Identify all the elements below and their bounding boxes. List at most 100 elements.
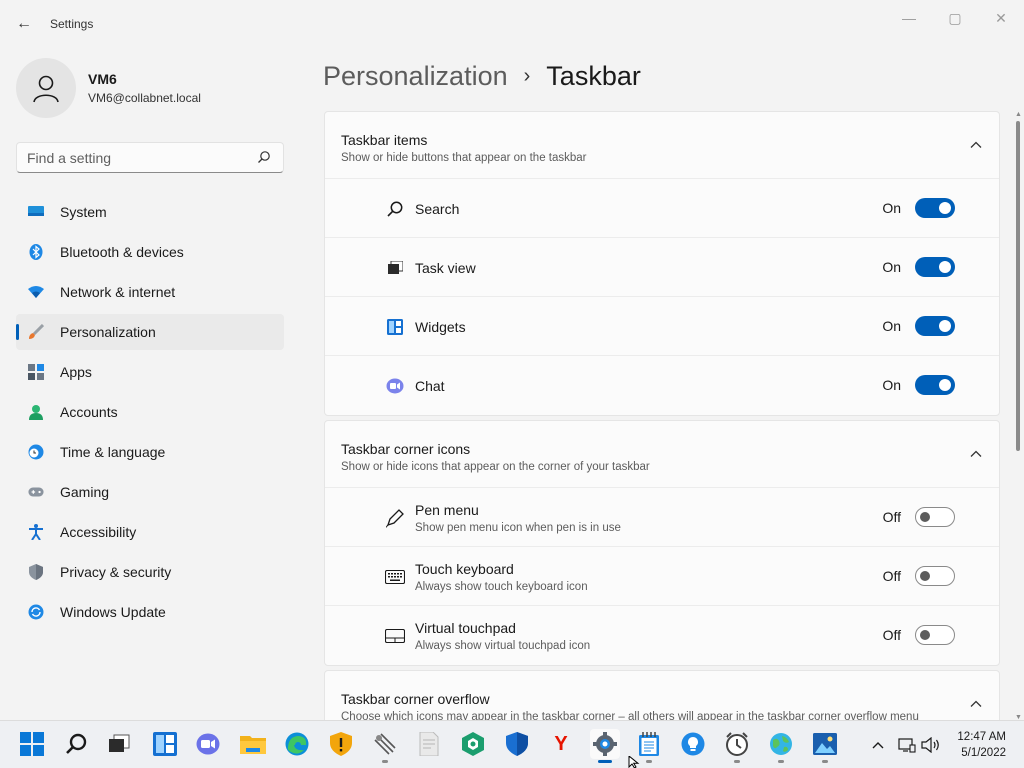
taskbar-photos-app[interactable] [810,729,840,763]
sidebar-item-accounts[interactable]: Accounts [16,394,284,430]
taskbar-defender[interactable] [502,729,532,759]
section-description: Show or hide icons that appear on the co… [341,461,650,473]
breadcrumb-parent[interactable]: Personalization [323,61,508,92]
sidebar-item-bluetooth[interactable]: Bluetooth & devices [16,234,284,270]
defender-icon [506,732,528,756]
chat-icon [196,733,220,755]
taskbar-app-pinned[interactable] [370,729,400,763]
touchpad-icon [385,627,405,645]
virtual-touchpad-toggle[interactable] [915,625,955,645]
windows-taskbar: Y 12:47 AM 5/1/2022 [0,720,1024,768]
show-hidden-icons-button[interactable] [871,733,885,757]
sidebar-item-label: Windows Update [60,604,166,620]
shield-icon [28,564,44,580]
close-button[interactable]: ✕ [978,4,1024,32]
taskbar-document-app[interactable] [414,729,444,759]
sidebar-item-label: System [60,204,107,220]
sidebar-item-system[interactable]: System [16,194,284,230]
taskbar-clock[interactable]: 12:47 AM 5/1/2022 [957,729,1006,761]
taskbar-notepad[interactable] [634,729,664,763]
chevron-up-icon[interactable] [969,138,983,152]
content-scrollbar[interactable]: ▲ ▼ [1012,111,1024,721]
toggle-state: On [882,377,901,393]
settings-search-box[interactable] [16,142,284,173]
sidebar-item-gaming[interactable]: Gaming [16,474,284,510]
clock-time: 12:47 AM [957,731,1006,743]
taskbar-chat-button[interactable] [193,729,223,759]
widgets-toggle[interactable] [915,316,955,336]
gamepad-icon [28,484,44,500]
sidebar-item-personalization[interactable]: Personalization [16,314,284,350]
running-indicator [822,760,828,763]
scroll-up-arrow-icon[interactable]: ▲ [1015,111,1022,118]
chat-icon [385,377,405,395]
chevron-up-icon[interactable] [969,447,983,461]
settings-icon [593,732,617,756]
task-view-icon [385,259,405,277]
user-icon [33,75,59,103]
document-icon [419,732,439,756]
back-button[interactable]: ← [12,12,36,36]
toggle-state: Off [882,568,901,584]
taskbar-alarms-clock[interactable] [722,729,752,763]
chevron-up-icon[interactable] [969,697,983,711]
taskbar-yandex-browser[interactable]: Y [546,729,576,759]
taskbar-edge[interactable] [282,729,312,759]
running-indicator [778,760,784,763]
task-view-toggle[interactable] [915,257,955,277]
section-title: Taskbar corner overflow [341,691,490,707]
taskbar-security-warning-app[interactable] [326,729,356,759]
touch-keyboard-toggle[interactable] [915,566,955,586]
pen-menu-toggle[interactable] [915,507,955,527]
update-icon [28,604,44,620]
taskbar-task-view-button[interactable] [104,729,134,759]
taskbar-corner-overflow-header[interactable]: Taskbar corner overflow Choose which ico… [325,671,999,721]
active-indicator [598,760,612,763]
scrollbar-thumb[interactable] [1016,121,1020,451]
green-app-icon [462,732,484,756]
volume-control[interactable] [921,733,941,757]
sidebar-item-label: Network & internet [60,284,176,300]
row-description: Always show virtual touchpad icon [415,639,591,652]
maximize-button[interactable]: ▢ [932,4,978,32]
brush-icon [28,324,44,340]
taskbar-corner-icons-header[interactable]: Taskbar corner icons Show or hide icons … [325,421,999,488]
chat-toggle[interactable] [915,375,955,395]
app-icon [374,733,396,755]
taskbar-search-button[interactable] [61,729,91,759]
sidebar-item-label: Accessibility [60,524,137,540]
setting-row-chat: Chat On [325,356,999,415]
taskbar-globe-app[interactable] [766,729,796,763]
sidebar-item-time-language[interactable]: Time & language [16,434,284,470]
keyboard-icon [385,568,405,586]
taskbar-widgets-button[interactable] [150,729,180,759]
clock-globe-icon [28,444,44,460]
taskbar-green-app[interactable] [458,729,488,759]
search-icon[interactable] [257,150,273,166]
search-toggle[interactable] [915,198,955,218]
taskbar-items-header[interactable]: Taskbar items Show or hide buttons that … [325,112,999,179]
avatar [16,58,76,118]
minimize-button[interactable]: — [886,4,932,32]
taskbar-tips-app[interactable] [678,729,708,759]
sidebar-item-windows-update[interactable]: Windows Update [16,594,284,630]
search-input[interactable] [27,149,247,167]
sidebar-item-label: Bluetooth & devices [60,244,184,260]
bulb-icon [681,732,705,756]
sidebar-item-accessibility[interactable]: Accessibility [16,514,284,550]
sidebar-item-network[interactable]: Network & internet [16,274,284,310]
taskbar-settings-app[interactable] [590,729,620,763]
running-indicator [734,760,740,763]
sidebar-item-privacy[interactable]: Privacy & security [16,554,284,590]
taskbar-file-explorer[interactable] [238,729,268,759]
user-profile[interactable]: VM6 VM6@collabnet.local [16,58,201,118]
sidebar-item-apps[interactable]: Apps [16,354,284,390]
file-explorer-icon [240,736,266,754]
toggle-state: On [882,318,901,334]
widgets-icon [153,732,177,756]
start-button[interactable] [17,729,47,759]
task-view-icon [109,734,130,752]
row-description: Always show touch keyboard icon [415,580,588,593]
setting-row-virtual-touchpad: Virtual touchpad Always show virtual tou… [325,606,999,665]
network-status[interactable] [898,733,916,757]
